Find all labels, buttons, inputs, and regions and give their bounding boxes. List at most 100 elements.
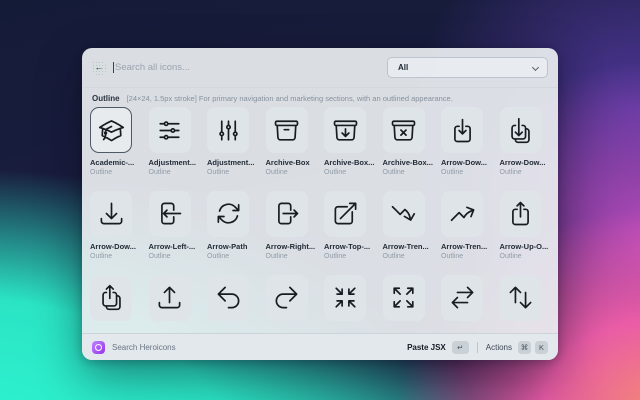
arrow-down-on-square-icon — [441, 107, 483, 153]
icon-label: Arrow-Right... — [265, 241, 316, 251]
icon-grid-item-arrow-up-on-square[interactable]: Arrow-Up-O... Outline — [499, 190, 549, 261]
heroicons-logo-icon — [92, 340, 105, 354]
k-key-badge: K — [535, 340, 548, 354]
icon-label: Arrow-Left-... — [148, 241, 196, 251]
footer-actions: Paste JSX ↵ Actions ⌘ K — [407, 340, 548, 354]
arrows-right-left-icon — [441, 274, 483, 321]
section-title: Outline — [92, 94, 120, 103]
icon-grid-item-archive-box-x-mark[interactable]: Archive-Box... Outline — [382, 107, 433, 177]
icon-label: Arrow-Path — [207, 241, 248, 251]
arrow-right-on-rectangle-icon — [265, 190, 308, 237]
arrows-up-down-icon — [499, 274, 542, 321]
arrow-down-on-square-stack-icon — [499, 107, 542, 153]
icon-variant-label: Outline — [207, 168, 230, 176]
icon-variant-label: Outline — [265, 252, 288, 260]
icon-grid-item-archive-box-arrow-down[interactable]: Archive-Box... Outline — [324, 107, 375, 177]
archive-box-arrow-down-icon — [324, 107, 366, 153]
icon-variant-label: Outline — [499, 168, 522, 176]
icon-grid-item-arrow-top-right-on-square[interactable]: Arrow-Top-... Outline — [324, 190, 371, 261]
icon-label: Arrow-Dow... — [90, 241, 136, 251]
icon-grid-item-arrow-down-on-square-stack[interactable]: Arrow-Dow... Outline — [499, 107, 545, 177]
adjustments-vertical-icon — [207, 107, 249, 153]
icon-grid-item-arrow-up-on-square-stack[interactable] — [90, 274, 132, 326]
icon-variant-label: Outline — [441, 168, 464, 176]
cmd-key-badge: ⌘ — [518, 340, 531, 354]
icon-grid-item-arrow-uturn-right[interactable] — [265, 274, 308, 326]
icon-variant-label: Outline — [382, 252, 405, 260]
icon-variant-label: Outline — [499, 252, 522, 260]
icon-label: Adjustment... — [207, 158, 255, 167]
back-arrow-icon: ← — [94, 62, 104, 72]
icon-grid-item-arrows-pointing-in[interactable] — [324, 274, 366, 326]
back-button[interactable]: ← — [92, 60, 106, 75]
icon-label: Adjustment... — [148, 158, 197, 167]
arrow-top-right-on-square-icon — [324, 190, 366, 237]
actions-menu-button[interactable]: Actions — [486, 343, 512, 352]
icon-grid-item-arrow-down-tray[interactable]: Arrow-Dow... Outline — [90, 190, 136, 261]
icon-grid-item-archive-box[interactable]: Archive-Box Outline — [265, 107, 310, 177]
section-header: Outline [24×24, 1.5px stroke] For primar… — [82, 88, 558, 106]
icon-label: Arrow-Tren... — [441, 241, 488, 251]
icon-variant-label: Outline — [148, 168, 171, 176]
icon-grid-item-arrows-up-down[interactable] — [499, 274, 542, 326]
icon-grid-item-arrow-left-on-rectangle[interactable]: Arrow-Left-... Outline — [148, 190, 196, 261]
section-description: [24×24, 1.5px stroke] For primary naviga… — [126, 94, 453, 103]
arrow-left-on-rectangle-icon — [148, 190, 191, 237]
arrow-up-on-square-stack-icon — [90, 274, 132, 321]
icon-grid-item-arrows-pointing-out[interactable] — [382, 274, 425, 326]
academic-cap-icon — [90, 107, 132, 153]
icon-variant-label: Outline — [148, 252, 171, 260]
icon-grid-item-arrow-trending-up[interactable]: Arrow-Tren... Outline — [441, 190, 488, 261]
category-filter-dropdown[interactable]: All — [387, 57, 548, 78]
archive-box-x-mark-icon — [382, 107, 425, 153]
footer-brand-label: Search Heroicons — [112, 342, 176, 352]
icon-label: Arrow-Up-O... — [499, 241, 549, 251]
chevron-down-icon — [532, 64, 539, 71]
arrow-up-on-square-icon — [499, 190, 542, 237]
arrow-uturn-left-icon — [207, 274, 249, 321]
icon-label: Archive-Box — [265, 158, 310, 167]
arrow-path-icon — [207, 190, 249, 237]
dropdown-selected-value: All — [398, 63, 409, 72]
arrows-pointing-out-icon — [382, 274, 425, 321]
paste-jsx-action[interactable]: Paste JSX — [407, 343, 446, 352]
icon-grid-item-arrow-uturn-left[interactable] — [207, 274, 249, 326]
icon-grid-item-adjustments-horizontal[interactable]: Adjustment... Outline — [148, 107, 197, 177]
icon-grid-item-arrows-right-left[interactable] — [441, 274, 483, 326]
icon-label: Archive-Box... — [382, 158, 433, 167]
arrow-trending-down-icon — [382, 190, 425, 237]
icon-grid-item-arrow-path[interactable]: Arrow-Path Outline — [207, 190, 249, 261]
icon-label: Academic-... — [90, 158, 135, 167]
icon-grid-item-adjustments-vertical[interactable]: Adjustment... Outline — [207, 107, 255, 177]
heroicons-search-palette: ← All Outline [24×24, 1.5px stroke] For … — [82, 48, 558, 360]
search-input[interactable] — [115, 62, 380, 73]
arrow-up-tray-icon — [148, 274, 191, 321]
icon-label: Arrow-Tren... — [382, 241, 429, 251]
icon-grid-item-arrow-up-tray[interactable] — [148, 274, 191, 326]
search-bar: ← All — [82, 48, 558, 88]
icon-label: Arrow-Top-... — [324, 241, 371, 251]
icon-grid-item-arrow-down-on-square[interactable]: Arrow-Dow... Outline — [441, 107, 487, 177]
enter-key-badge: ↵ — [451, 340, 469, 354]
icon-variant-label: Outline — [324, 168, 347, 176]
icon-variant-label: Outline — [265, 168, 288, 176]
icon-variant-label: Outline — [207, 252, 230, 260]
icon-grid-item-arrow-trending-down[interactable]: Arrow-Tren... Outline — [382, 190, 429, 261]
icon-variant-label: Outline — [382, 168, 405, 176]
arrow-down-tray-icon — [90, 190, 132, 237]
icon-variant-label: Outline — [324, 252, 347, 260]
footer-divider — [476, 341, 478, 353]
footer-bar: Search Heroicons Paste JSX ↵ Actions ⌘ K — [82, 333, 558, 360]
icon-label: Arrow-Dow... — [441, 158, 487, 167]
arrow-trending-up-icon — [441, 190, 483, 237]
arrow-uturn-right-icon — [265, 274, 308, 321]
icon-variant-label: Outline — [90, 168, 113, 176]
icon-variant-label: Outline — [441, 252, 464, 260]
adjustments-horizontal-icon — [148, 107, 191, 153]
arrows-pointing-in-icon — [324, 274, 366, 321]
icon-grid-item-academic-cap[interactable]: Academic-... Outline — [90, 107, 135, 177]
icon-label: Archive-Box... — [324, 158, 375, 167]
icon-grid-item-arrow-right-on-rectangle[interactable]: Arrow-Right... Outline — [265, 190, 316, 261]
text-caret — [113, 62, 114, 73]
icon-variant-label: Outline — [90, 252, 113, 260]
